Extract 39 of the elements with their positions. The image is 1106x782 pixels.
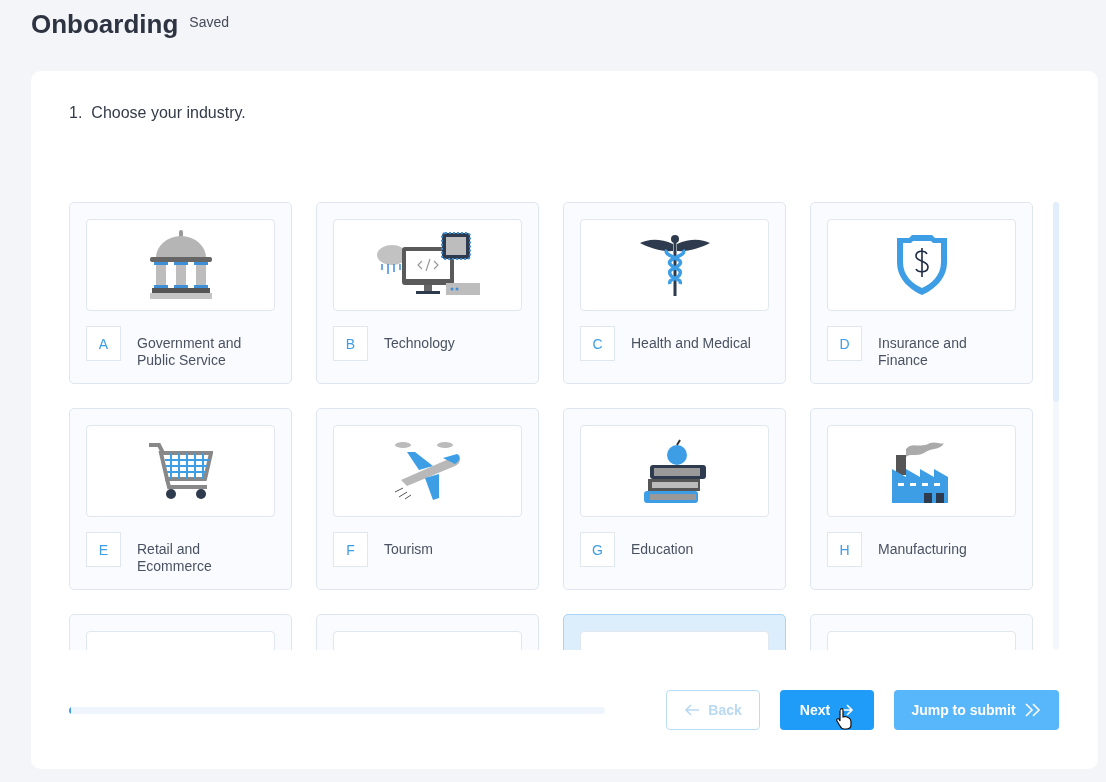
airplane-icon — [392, 440, 463, 502]
hand-cursor-icon — [836, 708, 852, 730]
question-text: Choose your industry. — [91, 104, 246, 122]
option-label: Technology — [384, 334, 456, 353]
option-label: Manufacturing — [878, 540, 968, 559]
option-letter: B — [333, 326, 368, 361]
scrollbar-thumb[interactable] — [1053, 202, 1059, 402]
option-card[interactable]: G Education — [563, 408, 786, 590]
page-title: Onboarding — [31, 9, 179, 40]
option-letter: F — [333, 532, 368, 567]
option-label: Tourism — [384, 540, 434, 559]
option-letter: A — [86, 326, 121, 361]
option-letter: G — [580, 532, 615, 567]
option-letter: C — [580, 326, 615, 361]
option-card[interactable]: D Insurance and Finance — [810, 202, 1033, 384]
shopping-cart-icon — [148, 442, 213, 500]
option-label: Retail and Ecommerce — [137, 540, 213, 575]
option-card[interactable]: F Tourism — [316, 408, 539, 590]
option-letter: E — [86, 532, 121, 567]
option-card[interactable]: E Retail and Ecommerce — [69, 408, 292, 590]
save-status: Saved — [189, 14, 230, 30]
option-label: Insurance and Finance — [878, 334, 968, 369]
books-and-apple-icon — [643, 439, 706, 503]
option-card[interactable]: H Manufacturing — [810, 408, 1033, 590]
double-chevron-right-icon — [1023, 703, 1042, 717]
option-label: Education — [631, 540, 695, 559]
domed-building-icon — [149, 230, 212, 300]
option-letter: D — [827, 326, 862, 361]
option-label: Health and Medical — [631, 334, 752, 353]
shield-dollar-icon — [894, 234, 949, 296]
caduceus-icon — [639, 234, 710, 296]
option-card[interactable]: A Government and Public Service — [69, 202, 292, 384]
arrow-left-icon — [684, 704, 701, 716]
option-card[interactable]: C Health and Medical — [563, 202, 786, 384]
arrow-right-icon — [838, 704, 855, 716]
question-number: 1. — [69, 104, 83, 122]
option-card[interactable]: B Technology — [316, 202, 539, 384]
option-label: Government and Public Service — [137, 334, 243, 369]
option-letter: H — [827, 532, 862, 567]
